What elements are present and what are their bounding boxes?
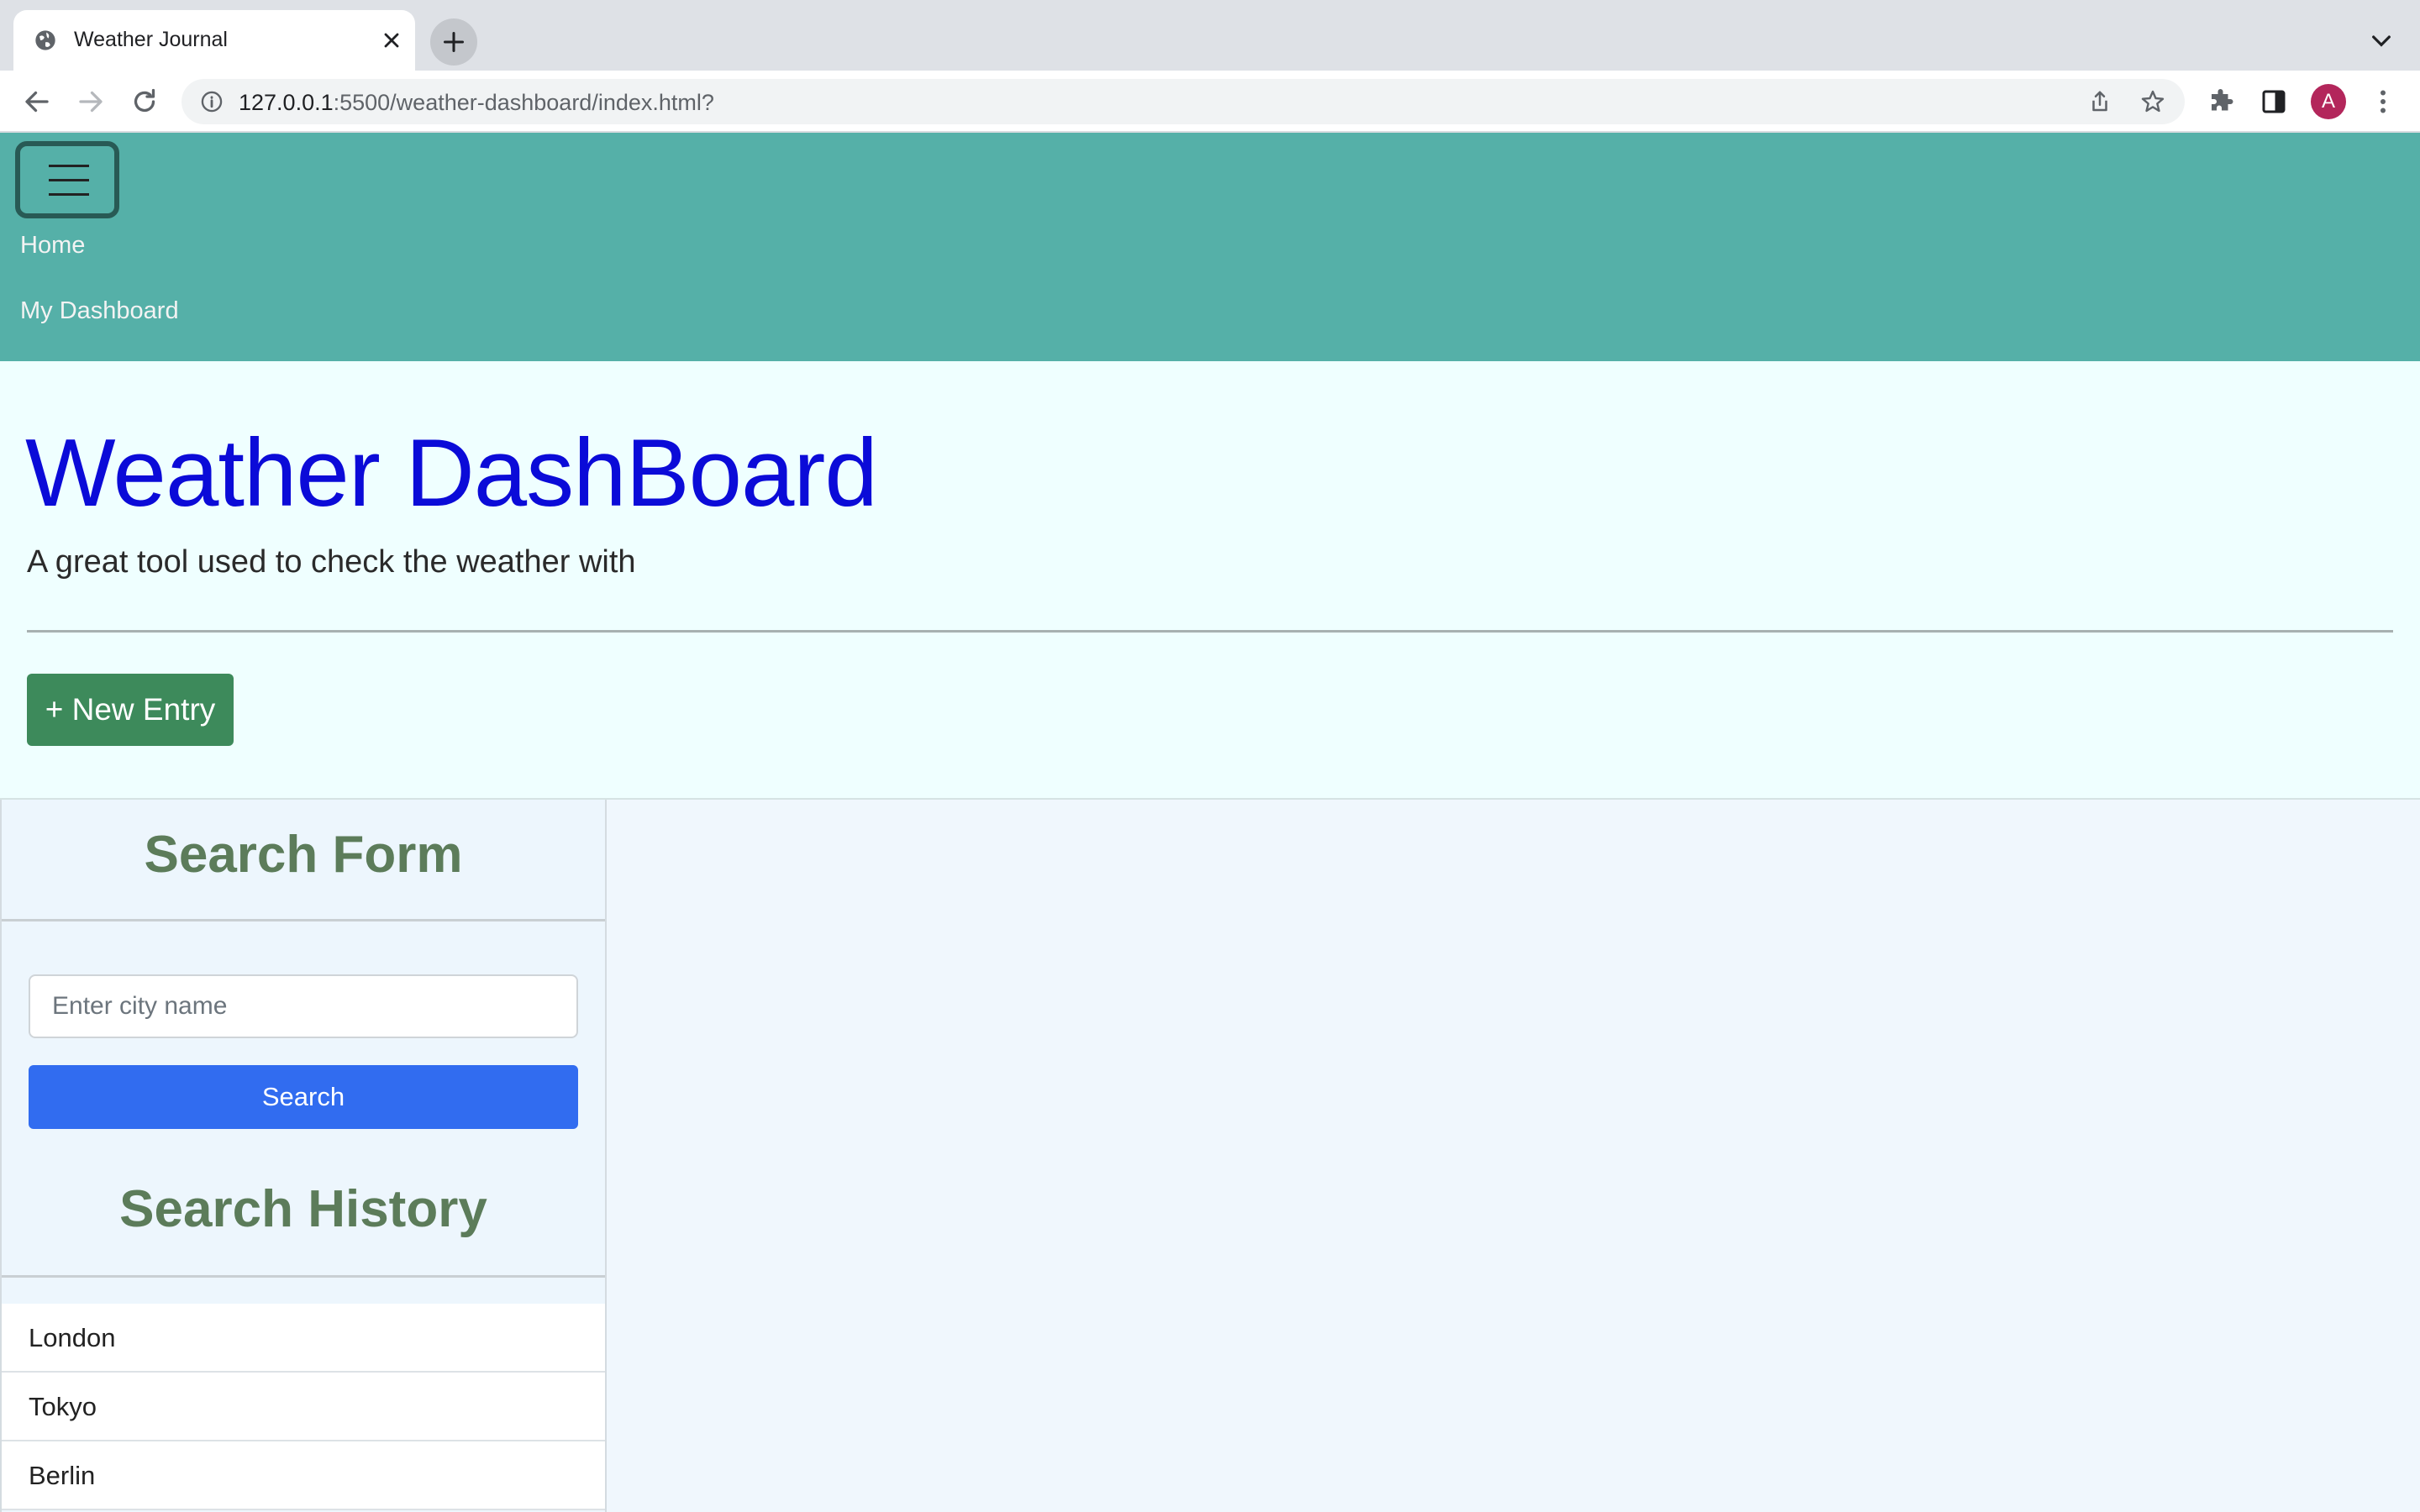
nav-link-my-dashboard[interactable]: My Dashboard <box>20 297 179 325</box>
kebab-menu-icon[interactable] <box>2368 87 2398 117</box>
plus-icon <box>443 31 465 53</box>
forward-arrow-icon[interactable] <box>76 87 106 117</box>
reload-icon[interactable] <box>129 87 160 117</box>
navbar-toggler-button[interactable] <box>15 141 119 218</box>
history-item-tokyo[interactable]: Tokyo <box>2 1373 605 1441</box>
divider <box>2 919 605 921</box>
browser-toolbar: 127.0.0.1:5500/weather-dashboard/index.h… <box>0 71 2420 133</box>
site-navbar: Home My Dashboard <box>0 133 2420 361</box>
history-item-berlin[interactable]: Berlin <box>2 1441 605 1510</box>
share-icon[interactable] <box>2087 89 2112 114</box>
history-item-london[interactable]: London <box>2 1304 605 1373</box>
close-icon[interactable] <box>380 29 403 52</box>
hamburger-icon-bar <box>49 179 89 181</box>
url-path: :5500/weather-dashboard/index.html? <box>333 90 714 115</box>
search-history-list: London Tokyo Berlin <box>2 1304 605 1510</box>
side-panel-icon[interactable] <box>2259 87 2289 117</box>
profile-avatar[interactable]: A <box>2311 84 2346 119</box>
new-entry-button[interactable]: + New Entry <box>27 674 234 746</box>
extensions-puzzle-icon[interactable] <box>2207 87 2237 117</box>
search-button[interactable]: Search <box>29 1065 578 1129</box>
city-search-input[interactable] <box>29 974 578 1038</box>
url-text: 127.0.0.1:5500/weather-dashboard/index.h… <box>239 90 714 116</box>
hero-jumbotron: Weather DashBoard A great tool used to c… <box>0 361 2420 800</box>
browser-tab[interactable]: Weather Journal <box>13 10 415 71</box>
back-arrow-icon[interactable] <box>22 87 52 117</box>
info-icon[interactable] <box>200 90 224 113</box>
hamburger-icon <box>49 165 89 167</box>
url-host: 127.0.0.1 <box>239 90 334 115</box>
address-bar[interactable]: 127.0.0.1:5500/weather-dashboard/index.h… <box>182 79 2185 124</box>
hamburger-icon-bar <box>49 193 89 196</box>
search-form-title: Search Form <box>144 826 463 884</box>
divider <box>2 1275 605 1278</box>
search-sidebar: Search Form Search Search History London… <box>0 800 607 1512</box>
page-title: Weather DashBoard <box>25 420 878 527</box>
bookmark-star-icon[interactable] <box>2139 88 2166 115</box>
search-history-title: Search History <box>119 1180 487 1238</box>
nav-link-home[interactable]: Home <box>20 232 85 260</box>
page-subtitle: A great tool used to check the weather w… <box>27 544 636 580</box>
globe-icon <box>35 30 55 50</box>
divider <box>27 630 2393 633</box>
tab-title: Weather Journal <box>74 28 228 51</box>
weather-results-area <box>607 800 2420 1512</box>
new-tab-button[interactable] <box>430 18 477 66</box>
chevron-down-icon[interactable] <box>2368 27 2395 54</box>
browser-tabstrip: Weather Journal <box>0 0 2420 71</box>
